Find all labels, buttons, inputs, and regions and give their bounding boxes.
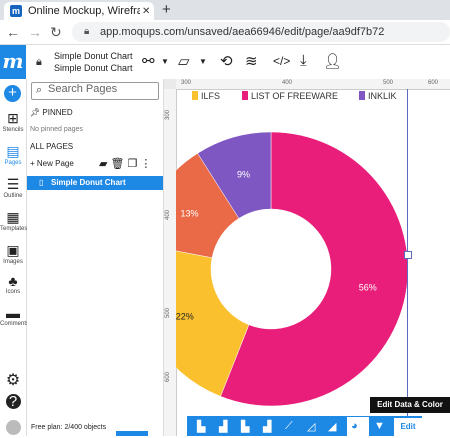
forward-icon[interactable]: → [28, 24, 42, 40]
rail-label: Stencils [2, 127, 24, 133]
new-folder-icon[interactable]: ▰ [99, 158, 110, 170]
rail-label: Images [3, 259, 23, 265]
column-chart-icon[interactable]: ▟ [219, 420, 227, 433]
ruler-tick: 500 [383, 80, 394, 86]
trash-icon[interactable]: 🗑︎ [110, 158, 127, 170]
stacked-area-icon[interactable]: ◢ [328, 420, 336, 433]
more-icon[interactable]: ⋮ [140, 158, 154, 170]
layers-icon[interactable]: ≋ [245, 52, 258, 70]
pinned-header: 📌︎ PINNED [30, 108, 73, 117]
duplicate-icon[interactable]: ❐ [127, 158, 140, 170]
rail-images[interactable]: ▣ Images [0, 242, 26, 265]
secure-lock-icon[interactable]: 🔒︎ [84, 26, 89, 37]
page-title: Simple Donut Chart [54, 63, 133, 73]
new-tab-icon[interactable]: + [162, 1, 171, 18]
ruler-tick: 300 [181, 80, 192, 86]
pie-chart-icon: ◕ [351, 420, 358, 432]
stencils-icon: ⊞ [7, 110, 19, 126]
download-icon[interactable]: ⤓ [300, 52, 307, 69]
document-title: Simple Donut Chart [54, 51, 133, 61]
url-text[interactable]: app.moqups.com/unsaved/aea66946/edit/pag… [100, 26, 384, 38]
pinned-label: PINNED [42, 108, 73, 117]
rail-outline[interactable]: ☰ Outline [0, 176, 26, 199]
reload-icon[interactable]: ↻ [50, 24, 62, 41]
page-name: Simple Donut Chart [51, 178, 126, 187]
connector-icon[interactable]: ⚯ [142, 52, 155, 70]
plus-icon: + [30, 159, 35, 168]
help-icon[interactable]: ? [0, 394, 26, 409]
comments-icon: ▬ [6, 305, 20, 321]
funnel-icon[interactable]: ▼ [374, 420, 385, 432]
tab-title: Online Mockup, Wireframe & UI [28, 5, 140, 17]
browser-tab[interactable]: m Online Mockup, Wireframe & UI ✕ [4, 2, 154, 20]
list-item[interactable]: ▯ Simple Donut Chart [27, 176, 163, 190]
add-user-icon[interactable]: 👤︎ [323, 52, 342, 70]
settings-icon[interactable]: ⚙ [0, 370, 26, 390]
add-icon[interactable]: + [4, 85, 21, 102]
search-icon: ⌕ [36, 84, 43, 96]
page-actions: ▰🗑︎❐⋮ [99, 157, 154, 170]
line-chart-icon[interactable]: ⟋ [285, 420, 293, 433]
chevron-down-icon[interactable]: ▼ [199, 57, 207, 66]
ruler-tick: 400 [165, 209, 171, 220]
document-titles[interactable]: Simple Donut Chart Simple Donut Chart [54, 50, 133, 74]
ruler-tick: 600 [428, 80, 439, 86]
bar-chart-icon[interactable]: ▙ [197, 420, 205, 433]
slice-label: 56% [359, 282, 377, 292]
upgrade-button[interactable] [116, 431, 148, 436]
ruler-tick: 500 [165, 307, 171, 318]
rail-label: Templates [0, 226, 28, 232]
moqups-favicon-icon: m [10, 5, 22, 17]
ruler-tick: 300 [165, 109, 171, 120]
pin-icon: 📌︎ [30, 108, 41, 117]
edit-tooltip: Edit Data & Color [370, 397, 450, 413]
grouped-column-icon[interactable]: ▟ [263, 420, 271, 433]
area-chart-icon[interactable]: ◿ [307, 420, 315, 433]
close-tab-icon[interactable]: ✕ [142, 6, 150, 17]
rail-pages[interactable]: ▤ Pages [0, 143, 26, 166]
all-pages-header: ALL PAGES [30, 142, 74, 151]
rail-label: Icons [5, 289, 21, 295]
moqups-logo[interactable]: m [0, 45, 26, 79]
icons-icon: ♣ [8, 273, 18, 289]
rail-stencils[interactable]: ⊞ Stencils [0, 110, 26, 133]
new-page-button[interactable]: + New Page [30, 159, 74, 168]
donut-chart[interactable]: 56% 22% 13% 9% [176, 89, 450, 436]
ruler-tick: 600 [165, 371, 171, 382]
selection-edge [407, 89, 408, 436]
rail-comments[interactable]: ▬ Comments [0, 305, 30, 327]
history-icon[interactable]: ⟲ [220, 52, 233, 70]
rail-label: Comments [0, 321, 30, 327]
no-pinned-text: No pinned pages [30, 126, 83, 133]
templates-icon: ▦ [6, 209, 20, 225]
slice-label: 13% [181, 209, 199, 219]
resize-handle[interactable] [404, 251, 412, 259]
chevron-down-icon[interactable]: ▼ [161, 57, 169, 66]
edit-button[interactable]: Edit [394, 418, 422, 436]
plan-text: Free plan: 2/400 objects [31, 424, 107, 431]
new-page-label: New Page [36, 159, 74, 168]
avatar[interactable] [0, 420, 26, 438]
pages-icon: ▤ [6, 143, 20, 159]
padlock-icon[interactable]: 🔒︎ [36, 56, 42, 69]
images-icon: ▣ [6, 242, 20, 258]
sticky-note-icon[interactable]: ▱ [178, 52, 190, 70]
slice-label: 22% [176, 311, 194, 321]
search-placeholder[interactable]: Search Pages [48, 83, 117, 95]
rail-label: Outline [3, 193, 23, 199]
rail-icons[interactable]: ♣ Icons [0, 273, 26, 295]
stacked-column-icon[interactable]: ▙ [241, 420, 249, 433]
page-icon: ▯ [39, 178, 44, 187]
ruler-tick: 400 [282, 80, 293, 86]
outline-icon: ☰ [6, 176, 20, 192]
back-icon[interactable]: ← [6, 24, 20, 40]
rail-label: Pages [4, 160, 22, 166]
slice-label: 9% [237, 169, 250, 179]
rail-templates[interactable]: ▦ Templates [0, 209, 28, 232]
code-icon[interactable]: </> [273, 54, 290, 68]
